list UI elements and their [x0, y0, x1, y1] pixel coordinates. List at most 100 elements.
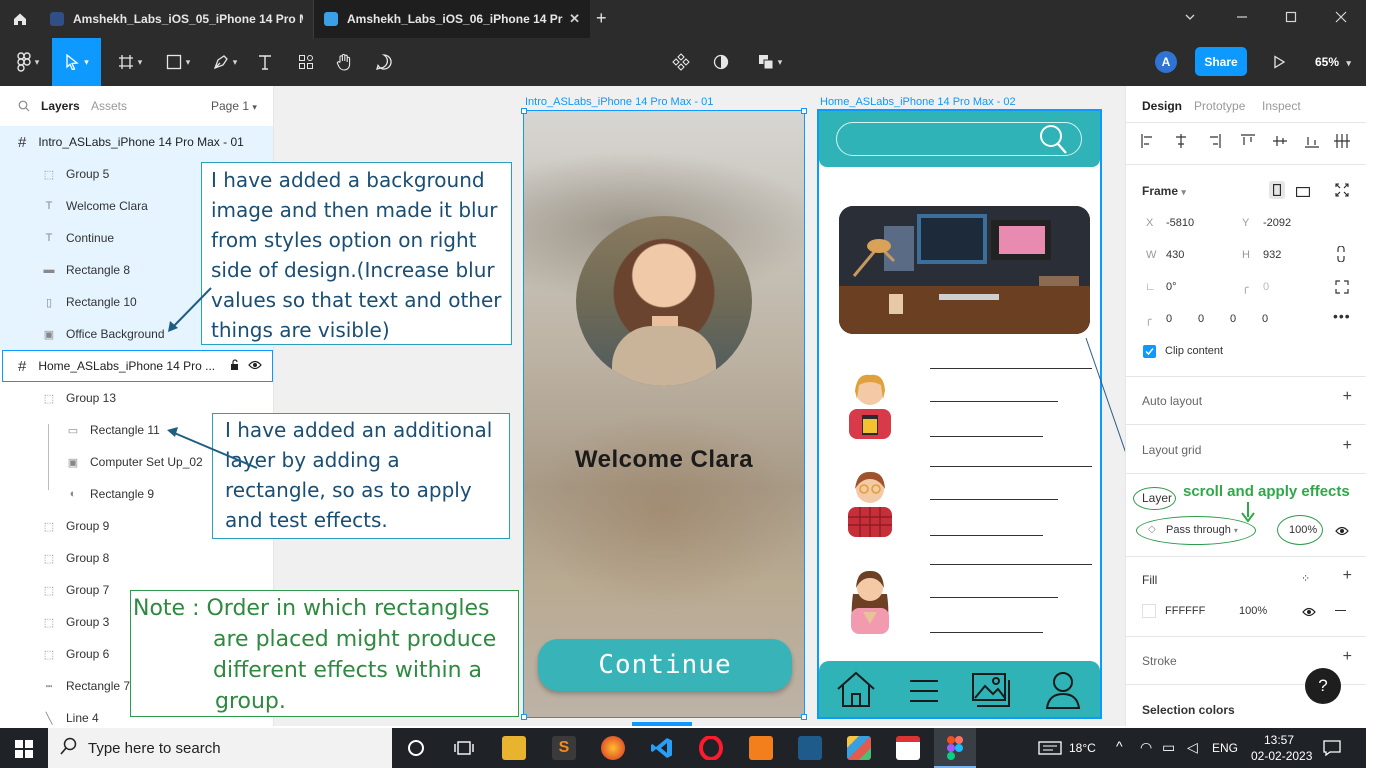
- resize-handle[interactable]: [521, 108, 527, 114]
- intro-frame[interactable]: Welcome Clara Continue: [523, 110, 805, 718]
- xampp-icon[interactable]: [749, 736, 773, 760]
- notifications-icon[interactable]: [1323, 739, 1341, 762]
- move-tool-button[interactable]: ▾: [52, 38, 101, 86]
- layer-frame-intro[interactable]: # Intro_ASLabs_iPhone 14 Pro Max - 01: [0, 126, 273, 158]
- language-indicator[interactable]: ENG: [1212, 741, 1238, 755]
- tab-design[interactable]: Design: [1142, 99, 1182, 113]
- wifi-icon[interactable]: ◠: [1140, 739, 1152, 756]
- shape-tool-button[interactable]: ▾: [158, 38, 198, 86]
- clock-date[interactable]: 02-02-2023: [1251, 749, 1312, 763]
- mask-icon[interactable]: [710, 38, 732, 86]
- person-avatar-icon[interactable]: [843, 467, 897, 537]
- page-selector[interactable]: Page 1 ▾: [211, 99, 257, 113]
- resize-to-fit-icon[interactable]: [1335, 183, 1349, 202]
- task-view-icon[interactable]: [454, 739, 474, 762]
- close-window-icon[interactable]: [1335, 10, 1347, 26]
- file-explorer-icon[interactable]: [502, 736, 526, 760]
- add-layout-grid-icon[interactable]: +: [1343, 437, 1352, 455]
- person-avatar-icon[interactable]: [843, 369, 897, 439]
- battery-icon[interactable]: ▭: [1162, 739, 1175, 756]
- firefox-icon[interactable]: [601, 736, 625, 760]
- sublime-text-icon[interactable]: S: [552, 736, 576, 760]
- resources-icon[interactable]: [295, 38, 317, 86]
- frame-section-label[interactable]: Frame ▾: [1142, 184, 1186, 198]
- resize-handle[interactable]: [801, 714, 807, 720]
- corner-br-input[interactable]: 0: [1230, 313, 1236, 325]
- y-input[interactable]: -2092: [1263, 217, 1291, 229]
- chevron-down-icon[interactable]: [1184, 10, 1196, 26]
- landscape-orientation-icon[interactable]: [1296, 184, 1310, 202]
- x-input[interactable]: -5810: [1166, 217, 1194, 229]
- home-icon[interactable]: [0, 0, 40, 38]
- clip-content-checkbox[interactable]: [1143, 345, 1156, 358]
- present-play-icon[interactable]: [1268, 38, 1290, 86]
- boolean-icon[interactable]: ▾: [750, 38, 790, 86]
- help-button[interactable]: ?: [1305, 668, 1341, 704]
- close-tab-icon[interactable]: ✕: [569, 11, 580, 27]
- eye-icon[interactable]: [248, 359, 262, 374]
- resize-handle[interactable]: [521, 714, 527, 720]
- gallery-icon[interactable]: [971, 672, 1013, 715]
- pen-tool-button[interactable]: ▾: [205, 38, 245, 86]
- new-tab-icon[interactable]: +: [596, 8, 607, 29]
- home-frame[interactable]: [817, 109, 1102, 719]
- corner-tl-input[interactable]: 0: [1166, 313, 1172, 325]
- alignment-toolbar[interactable]: [1140, 133, 1356, 149]
- lock-icon[interactable]: [229, 359, 241, 374]
- layer-frame-home[interactable]: # Home_ASLabs_iPhone 14 Pro ...: [0, 350, 273, 382]
- person-avatar-icon[interactable]: [843, 564, 897, 634]
- weather-temperature[interactable]: 18°C: [1069, 741, 1096, 755]
- main-menu-button[interactable]: ▾: [8, 38, 48, 86]
- fill-color-swatch[interactable]: [1142, 604, 1156, 618]
- app-icon[interactable]: [847, 736, 871, 760]
- add-auto-layout-icon[interactable]: +: [1343, 388, 1352, 406]
- network-app-icon[interactable]: [798, 736, 822, 760]
- figma-taskbar-button[interactable]: [934, 728, 976, 768]
- file-tab-1[interactable]: Amshekh_Labs_iOS_05_iPhone 14 Pro Max: [40, 0, 314, 38]
- opera-icon[interactable]: [699, 735, 723, 761]
- calendar-app-icon[interactable]: [896, 736, 920, 760]
- zoom-dropdown[interactable]: 65% ▾: [1315, 55, 1351, 69]
- frame-label-intro[interactable]: Intro_ASLabs_iPhone 14 Pro Max - 01: [525, 96, 713, 108]
- vscode-icon[interactable]: [650, 736, 674, 760]
- frame-tool-button[interactable]: ▾: [110, 38, 150, 86]
- clock-time[interactable]: 13:57: [1264, 733, 1294, 747]
- welcome-text[interactable]: Welcome Clara: [524, 446, 804, 474]
- height-input[interactable]: 932: [1263, 249, 1281, 261]
- eye-icon[interactable]: [1335, 524, 1349, 542]
- corner-radius-input[interactable]: 0: [1263, 281, 1269, 293]
- maximize-icon[interactable]: [1285, 10, 1297, 26]
- windows-start-icon[interactable]: [15, 740, 33, 763]
- width-input[interactable]: 430: [1166, 249, 1184, 261]
- weather-icon[interactable]: [1038, 741, 1062, 760]
- taskbar-search-input[interactable]: Type here to search: [48, 728, 392, 768]
- profile-icon[interactable]: [1045, 670, 1081, 715]
- frame-label-home[interactable]: Home_ASLabs_iPhone 14 Pro Max - 02: [820, 96, 1016, 108]
- eye-icon[interactable]: [1302, 605, 1316, 623]
- component-icon[interactable]: [670, 38, 692, 86]
- constrain-proportions-icon[interactable]: [1337, 245, 1345, 267]
- layer-group[interactable]: ⬚ Group 8: [0, 542, 273, 574]
- rotation-input[interactable]: 0°: [1166, 281, 1177, 293]
- minimize-icon[interactable]: [1236, 10, 1248, 26]
- search-icon[interactable]: [18, 99, 30, 117]
- tab-layers[interactable]: Layers: [41, 99, 80, 113]
- share-button[interactable]: Share: [1195, 47, 1247, 76]
- fill-opacity-input[interactable]: 100%: [1239, 605, 1267, 617]
- home-icon[interactable]: [835, 669, 877, 714]
- tab-inspect[interactable]: Inspect: [1262, 99, 1301, 113]
- independent-corners-icon[interactable]: [1335, 280, 1349, 299]
- volume-icon[interactable]: ◁: [1187, 739, 1198, 756]
- cortana-icon[interactable]: [407, 739, 425, 762]
- portrait-orientation-icon[interactable]: [1269, 181, 1285, 199]
- profile-photo[interactable]: [576, 216, 752, 386]
- fill-hex-input[interactable]: FFFFFF: [1165, 605, 1205, 617]
- menu-icon[interactable]: [909, 679, 939, 708]
- add-stroke-icon[interactable]: +: [1343, 648, 1352, 666]
- add-fill-icon[interactable]: +: [1343, 567, 1352, 585]
- remove-fill-icon[interactable]: [1335, 610, 1346, 612]
- computer-setup-image[interactable]: [839, 206, 1090, 334]
- avatar[interactable]: A: [1155, 51, 1177, 73]
- hand-tool-icon[interactable]: [333, 38, 355, 86]
- corner-bl-input[interactable]: 0: [1262, 313, 1268, 325]
